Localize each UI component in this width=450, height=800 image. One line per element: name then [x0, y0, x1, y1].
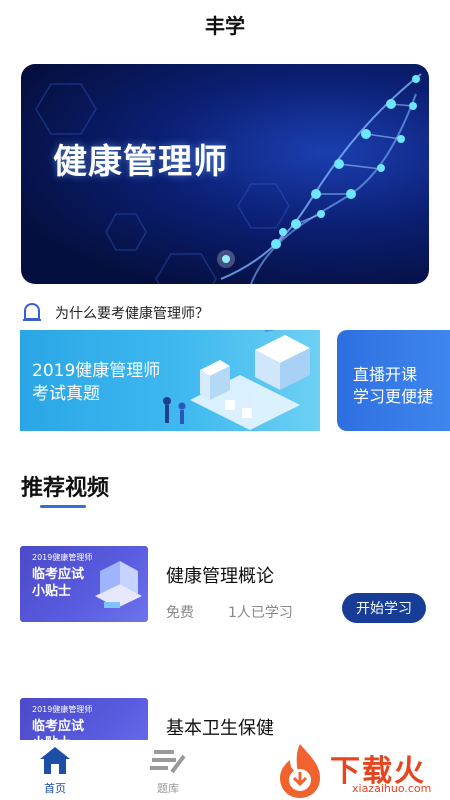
promo-card-exam[interactable]: 2019健康管理师 考试真题 — [20, 330, 320, 431]
start-learning-button[interactable]: 开始学习 — [342, 593, 426, 623]
course-title[interactable]: 基本卫生保健 — [166, 714, 274, 740]
promo-card-live[interactable]: 直播开课 学习更便捷 — [337, 330, 450, 431]
watermark: 下载火 xiazaihuo.com — [270, 738, 450, 800]
course-price: 免费 — [166, 605, 194, 621]
promo-carousel[interactable]: 2019健康管理师 考试真题 直播开课 学习更便捷 — [20, 330, 450, 431]
thumbnail-caption: 2019健康管理师 — [32, 705, 93, 714]
watermark-domain: xiazaihuo.com — [352, 782, 432, 795]
section-underline — [40, 505, 86, 508]
section-title: 推荐视频 — [21, 476, 110, 501]
home-icon — [40, 747, 70, 774]
hero-banner[interactable]: 健康管理师 — [21, 64, 429, 284]
flame-logo-icon — [280, 744, 320, 798]
laptop-illustration — [95, 561, 142, 608]
tab-home[interactable]: 首页 — [20, 744, 90, 800]
course-title[interactable]: 健康管理概论 — [166, 562, 274, 588]
course-learners: 1人已学习 — [228, 605, 293, 621]
hero-title: 健康管理师 — [53, 142, 228, 182]
promo-card-live-line2: 学习更便捷 — [353, 387, 434, 406]
promo-card-live-line1: 直播开课 — [353, 365, 418, 384]
tab-question-bank[interactable]: 题库 — [133, 744, 203, 800]
tab-question-bank-label: 题库 — [157, 782, 179, 795]
tab-home-label: 首页 — [44, 782, 66, 795]
notice-bar[interactable]: 为什么要考健康管理师？ — [21, 300, 429, 326]
promo-card-exam-line1: 2019健康管理师 — [32, 361, 161, 381]
notice-text: 为什么要考健康管理师？ — [55, 306, 209, 322]
course-item[interactable]: 2019健康管理师 临考应试小贴士 健康管理概论 免费 1人已学习 开始学习 — [20, 546, 430, 626]
app-title: 丰学 — [205, 14, 245, 38]
course-thumbnail[interactable]: 2019健康管理师 临考应试小贴士 — [20, 546, 148, 622]
bell-icon — [23, 302, 41, 321]
question-bank-icon — [150, 750, 186, 774]
promo-card-exam-line2: 考试真题 — [32, 384, 100, 404]
